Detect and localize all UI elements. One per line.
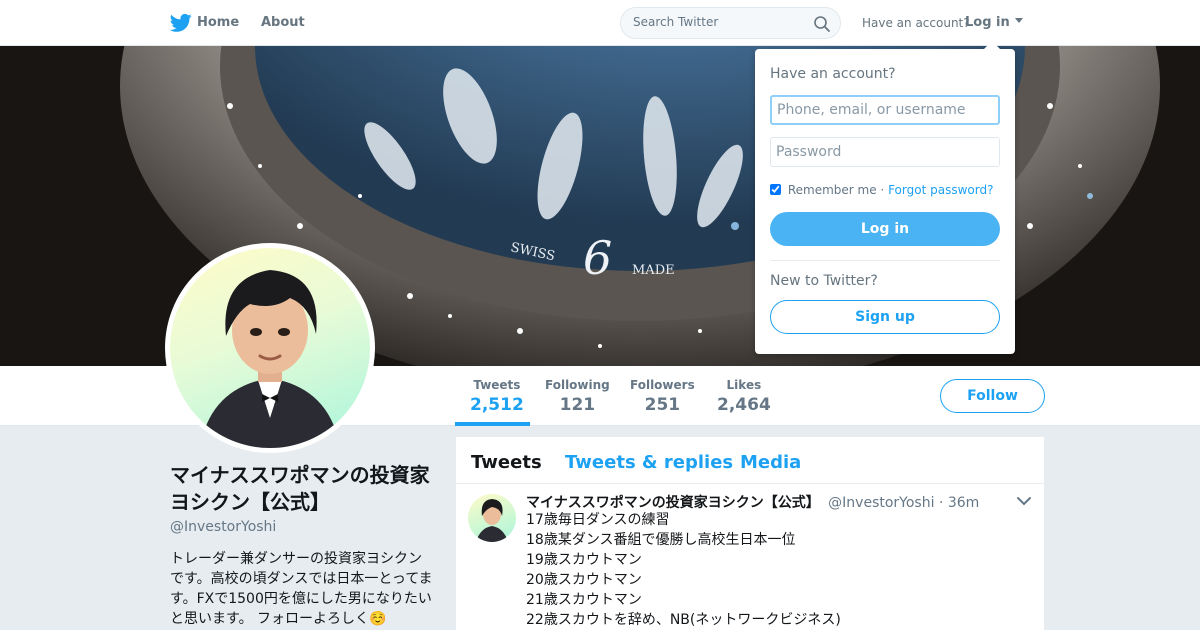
profile-handle[interactable]: @InvestorYoshi (170, 519, 276, 535)
tab-tweets-and-replies[interactable]: Tweets & replies (565, 452, 733, 473)
dropdown-divider (770, 260, 1000, 261)
stat-likes[interactable]: Likes 2,464 (717, 378, 771, 415)
tweet-author-handle[interactable]: @InvestorYoshi (828, 495, 934, 511)
tab-media[interactable]: Media (740, 452, 801, 473)
stat-likes-value: 2,464 (717, 395, 771, 415)
watch-numeral-six: 6 (583, 231, 612, 285)
login-dropdown-toggle[interactable]: Log in (965, 15, 1024, 30)
signup-button[interactable]: Sign up (770, 300, 1000, 334)
login-button[interactable]: Log in (770, 212, 1000, 246)
remember-me-checkbox[interactable] (770, 184, 781, 195)
stat-following-value: 121 (559, 395, 596, 415)
nav-about-link[interactable]: About (261, 15, 305, 30)
separator-dot: · (880, 183, 885, 197)
tweet-line: 20歳スカウトマン (526, 572, 642, 588)
search-icon[interactable] (813, 15, 831, 33)
tweet-line: 22歳スカウトを辞め、NB(ネットワークビジネス) (526, 612, 841, 628)
tweet-line: 21歳スカウトマン (526, 592, 642, 608)
login-dropdown: Have an account? Remember me · Forgot pa… (755, 41, 1015, 354)
tab-tweets[interactable]: Tweets (471, 452, 542, 473)
stat-followers[interactable]: Followers 251 (630, 378, 695, 415)
profile-avatar[interactable] (165, 243, 375, 453)
tweet-author-name[interactable]: マイナススワポマンの投資家ヨシクン【公式】 (526, 495, 820, 511)
stat-likes-label: Likes (726, 378, 762, 392)
remember-me-label[interactable]: Remember me (788, 183, 877, 197)
avatar-illustration (200, 270, 340, 448)
new-to-twitter-text: New to Twitter? (770, 273, 878, 289)
active-stat-underline (455, 422, 530, 426)
stat-followers-value: 251 (644, 395, 681, 415)
twitter-bird-icon[interactable] (170, 13, 192, 33)
forgot-password-link[interactable]: Forgot password? (888, 183, 993, 197)
top-navigation-bar: Home About Have an account? Log in (0, 0, 1200, 46)
have-account-text: Have an account? (862, 16, 970, 30)
timeline: Tweets Tweets & replies Media マイナススワポマンの… (456, 437, 1044, 630)
search-input[interactable] (633, 15, 803, 29)
login-link-label: Log in (965, 15, 1010, 30)
stat-tweets-value: 2,512 (470, 395, 524, 415)
nav-home-link[interactable]: Home (197, 15, 239, 30)
caret-down-icon (1015, 18, 1024, 23)
watch-made-text: MADE (632, 263, 675, 278)
tweet-timestamp[interactable]: · 36m (939, 495, 979, 511)
username-field[interactable] (770, 95, 1000, 125)
tweet-text: 17歳毎日ダンスの練習 18歳某ダンス番組で優勝し高校生日本一位 19歳スカウト… (526, 510, 841, 630)
tweet-line: 17歳毎日ダンスの練習 (526, 512, 670, 528)
tweet-line: 18歳某ダンス番組で優勝し高校生日本一位 (526, 532, 796, 548)
profile-bio: トレーダー兼ダンサーの投資家ヨシクンです。高校の頃ダンスでは日本一とってます。F… (170, 551, 433, 627)
tweet-line: 19歳スカウトマン (526, 552, 642, 568)
tweet-more-chevron-icon[interactable] (1016, 495, 1032, 507)
profile-name: マイナススワポマンの投資家ヨシクン【公式】 (170, 463, 430, 514)
password-field[interactable] (770, 137, 1000, 167)
tab-divider (456, 483, 1044, 484)
follow-button[interactable]: Follow (940, 379, 1045, 413)
stat-followers-label: Followers (630, 378, 695, 392)
remember-me-row: Remember me · Forgot password? (770, 183, 993, 197)
stat-tweets[interactable]: Tweets 2,512 (470, 378, 524, 415)
search-box[interactable] (620, 7, 841, 39)
tweet-header: マイナススワポマンの投資家ヨシクン【公式】 @InvestorYoshi · 3… (526, 492, 979, 512)
tweet-avatar-illustration (476, 499, 508, 542)
stat-following-label: Following (545, 378, 610, 392)
dropdown-arrow (984, 41, 1000, 49)
stat-tweets-label: Tweets (473, 378, 521, 392)
stat-following[interactable]: Following 121 (545, 378, 610, 415)
tweet-author-avatar[interactable] (468, 494, 516, 542)
login-dropdown-title: Have an account? (770, 66, 896, 82)
